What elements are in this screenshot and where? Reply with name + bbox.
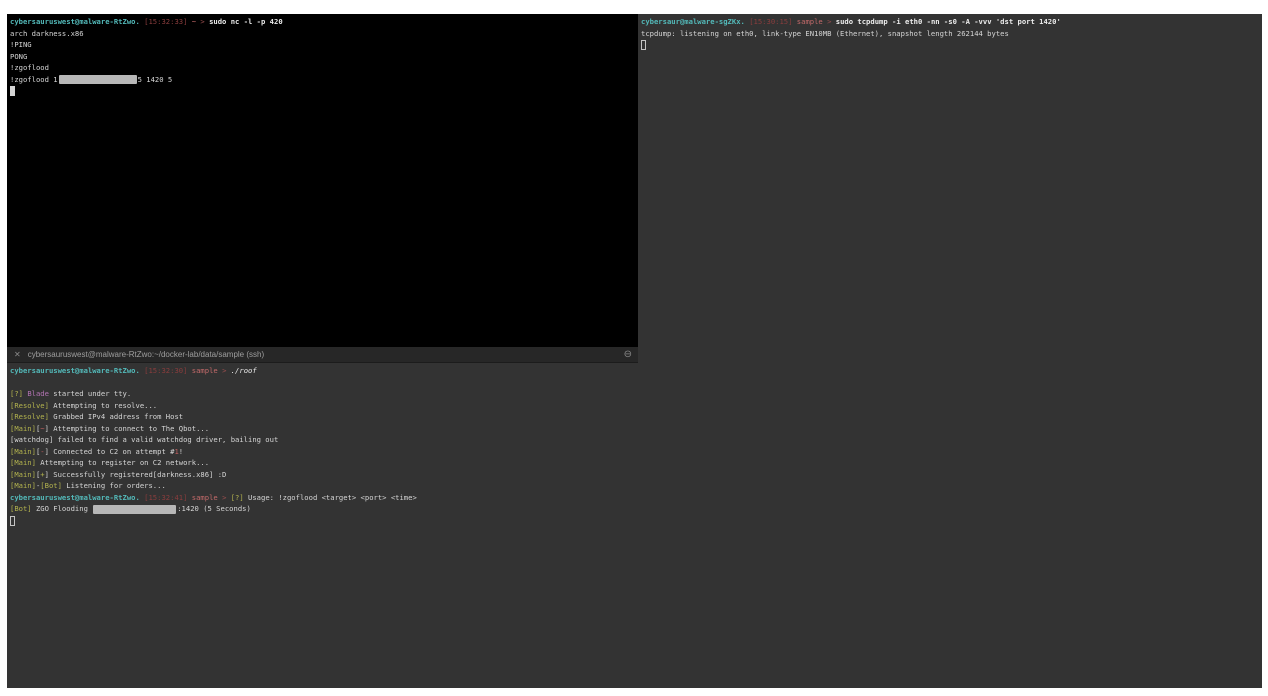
terminal-cursor xyxy=(641,40,646,50)
terminal-cursor xyxy=(10,86,15,96)
text-segment: Listening for orders... xyxy=(62,481,166,490)
text-segment: cybersauruswest@malware-RtZwo. xyxy=(10,366,140,375)
terminal-line: [Main][-] Connected to C2 on attempt #1! xyxy=(10,446,635,458)
text-segment: !PING xyxy=(10,40,32,49)
minimize-icon[interactable]: ⊖ xyxy=(624,350,632,360)
text-segment: tcpdump: listening on eth0, link-type EN… xyxy=(641,29,1009,38)
text-segment: cybersauruswest@malware-RtZwo. xyxy=(10,17,140,26)
text-segment: sample xyxy=(797,17,823,26)
terminal-line xyxy=(10,85,635,97)
text-segment: [watchdog] failed to find a valid watchd… xyxy=(10,435,278,444)
text-segment: [15:32:41] xyxy=(144,493,187,502)
text-segment: Blade xyxy=(27,389,49,398)
text-segment: [15:32:30] xyxy=(144,366,187,375)
text-segment: ./roof xyxy=(231,366,257,375)
text-segment: Attempting to resolve... xyxy=(49,401,157,410)
terminal-line: tcpdump: listening on eth0, link-type EN… xyxy=(641,28,1259,40)
text-segment: arch darkness.x86 xyxy=(10,29,84,38)
terminal-pane-tcpdump[interactable]: cybersaur@malware-sgZKx. [15:30:15] samp… xyxy=(638,14,1262,688)
close-icon[interactable]: ✕ xyxy=(14,350,21,359)
pane-title: cybersauruswest@malware-RtZwo:~/docker-l… xyxy=(28,350,624,359)
terminal-line: [Main][~] Attempting to connect to The Q… xyxy=(10,423,635,435)
text-segment: sample xyxy=(192,366,218,375)
terminal-line: cybersauruswest@malware-RtZwo. [15:32:33… xyxy=(10,16,635,28)
text-segment: [Main] xyxy=(10,470,36,479)
text-segment: [Main] xyxy=(10,458,36,467)
text-segment: ZGO Flooding xyxy=(32,504,93,513)
text-segment: !zgoflood 1 xyxy=(10,75,58,84)
terminal-line: [watchdog] failed to find a valid watchd… xyxy=(10,434,635,446)
text-segment: [Main] xyxy=(10,424,36,433)
terminal-line: [Bot] ZGO Flooding :1420 (5 Seconds) xyxy=(10,503,635,515)
text-segment: cybersauruswest@malware-RtZwo. xyxy=(10,493,140,502)
terminal-line: [Main]-[Bot] Listening for orders... xyxy=(10,480,635,492)
text-segment: sudo tcpdump -i eth0 -nn -s0 -A -vvv 'ds… xyxy=(836,17,1061,26)
terminal-line: PONG xyxy=(10,51,635,63)
text-segment: ] Attempting to connect to The Qbot... xyxy=(45,424,209,433)
text-segment: 5 1420 5 xyxy=(138,75,173,84)
text-segment: sample xyxy=(192,493,218,502)
text-segment: [?] xyxy=(10,389,23,398)
terminal-line: !zgoflood 1 5 1420 5 xyxy=(10,74,635,86)
text-segment: ! xyxy=(179,447,183,456)
terminal-line: !PING xyxy=(10,39,635,51)
text-segment: [15:30:15] xyxy=(749,17,792,26)
redaction-box xyxy=(93,505,176,514)
terminal-cursor xyxy=(10,516,15,526)
text-segment: [Resolve] xyxy=(10,412,49,421)
terminal-line: [Resolve] Grabbed IPv4 address from Host xyxy=(10,411,635,423)
text-segment: :1420 (5 Seconds) xyxy=(177,504,251,513)
terminal-pane-netcat[interactable]: cybersauruswest@malware-RtZwo. [15:32:33… xyxy=(7,14,638,347)
terminal-line: !zgoflood xyxy=(10,62,635,74)
text-segment: [15:32:33] xyxy=(144,17,187,26)
text-segment: PONG xyxy=(10,52,27,61)
terminal-pane-bot[interactable]: cybersauruswest@malware-RtZwo. [15:32:30… xyxy=(7,363,638,688)
text-segment: ] Successfully registered[darkness.x86] … xyxy=(45,470,227,479)
text-segment: Attempting to register on C2 network... xyxy=(36,458,209,467)
terminal-line: arch darkness.x86 xyxy=(10,28,635,40)
text-segment: [Main] xyxy=(10,481,36,490)
text-segment: !zgoflood xyxy=(10,63,49,72)
text-segment: [Bot] xyxy=(10,504,32,513)
terminal-line: [?] Blade started under tty. xyxy=(10,388,635,400)
terminal-line xyxy=(10,377,635,389)
pane-title-bar: ✕ cybersauruswest@malware-RtZwo:~/docker… xyxy=(7,347,638,363)
text-segment: [?] xyxy=(231,493,244,502)
terminal-line: cybersauruswest@malware-RtZwo. [15:32:30… xyxy=(10,365,635,377)
text-segment: ] Connected to C2 on attempt # xyxy=(45,447,175,456)
text-segment: Usage: !zgoflood <target> <port> <time> xyxy=(244,493,417,502)
terminal-line: cybersauruswest@malware-RtZwo. [15:32:41… xyxy=(10,492,635,504)
text-segment: [Resolve] xyxy=(10,401,49,410)
text-segment: [Main] xyxy=(10,447,36,456)
text-segment: cybersaur@malware-sgZKx. xyxy=(641,17,745,26)
terminal-line xyxy=(641,39,1259,51)
terminal-line: cybersaur@malware-sgZKx. [15:30:15] samp… xyxy=(641,16,1259,28)
terminal-line xyxy=(10,515,635,527)
text-segment: sudo nc -l -p 420 xyxy=(209,17,283,26)
terminal-line: [Main] Attempting to register on C2 netw… xyxy=(10,457,635,469)
text-segment: Grabbed IPv4 address from Host xyxy=(49,412,183,421)
text-segment: [Bot] xyxy=(40,481,62,490)
redaction-box xyxy=(59,75,137,84)
terminal-line: [Main][+] Successfully registered[darkne… xyxy=(10,469,635,481)
terminal-line: [Resolve] Attempting to resolve... xyxy=(10,400,635,412)
text-segment: started under tty. xyxy=(49,389,131,398)
